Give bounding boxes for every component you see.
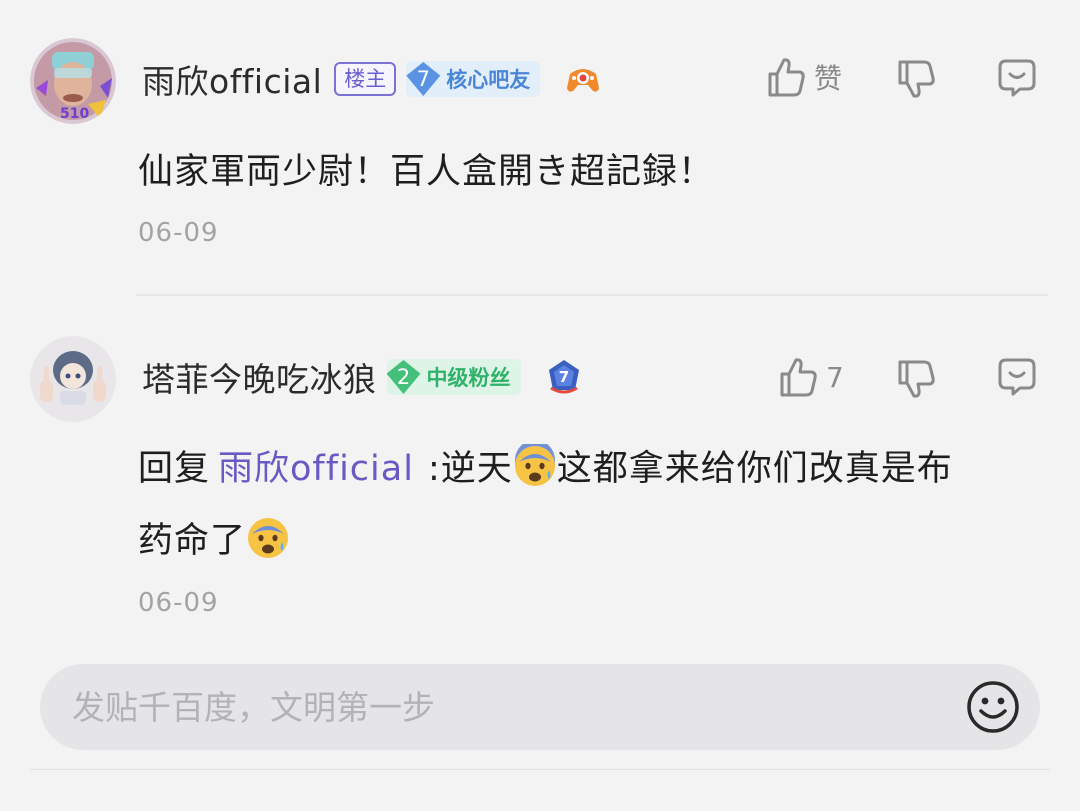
anxious-face-emoji-icon bbox=[248, 518, 289, 558]
gamepad-icon[interactable] bbox=[564, 60, 602, 98]
username[interactable]: 雨欣official bbox=[142, 55, 322, 103]
level-number: 2 bbox=[386, 360, 421, 394]
comment-text-part: 这都拿来给你们改真是布 bbox=[556, 449, 953, 489]
like-button[interactable]: 7 bbox=[778, 356, 844, 398]
level-title: 中级粉丝 bbox=[426, 366, 511, 390]
thumbs-up-icon bbox=[768, 58, 805, 97]
medal-icon[interactable]: 7 bbox=[545, 358, 583, 396]
avatar-image bbox=[30, 336, 116, 422]
level-title: 核心吧友 bbox=[446, 68, 531, 92]
thumbs-down-icon bbox=[898, 60, 935, 98]
comment-text-line2: 药命了 bbox=[138, 521, 247, 561]
medal-number: 7 bbox=[558, 368, 568, 386]
level-badge[interactable]: 7 核心吧友 bbox=[406, 61, 541, 97]
dislike-button[interactable] bbox=[896, 58, 936, 100]
comment-date: 06-09 bbox=[138, 588, 219, 618]
thumbs-down-icon bbox=[898, 360, 935, 398]
comment-bubble-icon bbox=[998, 59, 1036, 97]
username[interactable]: 塔菲今晚吃冰狼 bbox=[142, 353, 377, 401]
reply-button[interactable] bbox=[996, 356, 1038, 398]
avatar[interactable]: 510 bbox=[30, 38, 116, 124]
avatar[interactable] bbox=[30, 336, 116, 422]
dislike-button[interactable] bbox=[896, 358, 936, 400]
thread-owner-badge: 楼主 bbox=[334, 62, 397, 96]
reply-button[interactable] bbox=[996, 57, 1038, 99]
comment-item: 510 雨欣official 楼主 7 核心吧友 赞 仙家軍両少尉！百人盒開き超… bbox=[0, 0, 1080, 296]
comment-input[interactable] bbox=[70, 686, 934, 728]
anxious-face-emoji-icon bbox=[514, 444, 555, 486]
like-button[interactable]: 赞 bbox=[766, 56, 842, 98]
level-badge[interactable]: 2 中级粉丝 bbox=[386, 359, 521, 395]
comment-item: 塔菲今晚吃冰狼 2 中级粉丝 7 7 回复 雨欣official:逆天 这都拿… bbox=[0, 296, 1080, 642]
like-count: 7 bbox=[826, 360, 844, 394]
comment-text: 仙家軍両少尉！百人盒開き超記録！ bbox=[138, 152, 715, 192]
avatar-image: 510 bbox=[30, 38, 116, 124]
comment-date: 06-09 bbox=[138, 218, 219, 248]
like-label: 赞 bbox=[814, 62, 843, 95]
thumbs-up-icon bbox=[780, 358, 817, 397]
author-row: 雨欣official 楼主 7 核心吧友 bbox=[142, 56, 602, 102]
avatar-level-number: 510 bbox=[60, 106, 89, 122]
reply-prefix: 回复 bbox=[138, 449, 211, 489]
comment-input-bar bbox=[0, 642, 1080, 811]
emoji-picker-icon[interactable] bbox=[966, 680, 1020, 734]
comment-bubble-icon bbox=[998, 358, 1036, 396]
reply-target-username[interactable]: 雨欣official bbox=[218, 449, 414, 489]
author-row: 塔菲今晚吃冰狼 2 中级粉丝 7 bbox=[142, 354, 583, 400]
comment-text: 回复 雨欣official :逆天 这都拿来给你们改真是布药命了 bbox=[138, 433, 1048, 577]
level-number: 7 bbox=[406, 62, 441, 96]
divider bbox=[30, 769, 1050, 770]
comment-input-container[interactable] bbox=[40, 664, 1040, 750]
comment-text-part: :逆天 bbox=[427, 449, 513, 489]
